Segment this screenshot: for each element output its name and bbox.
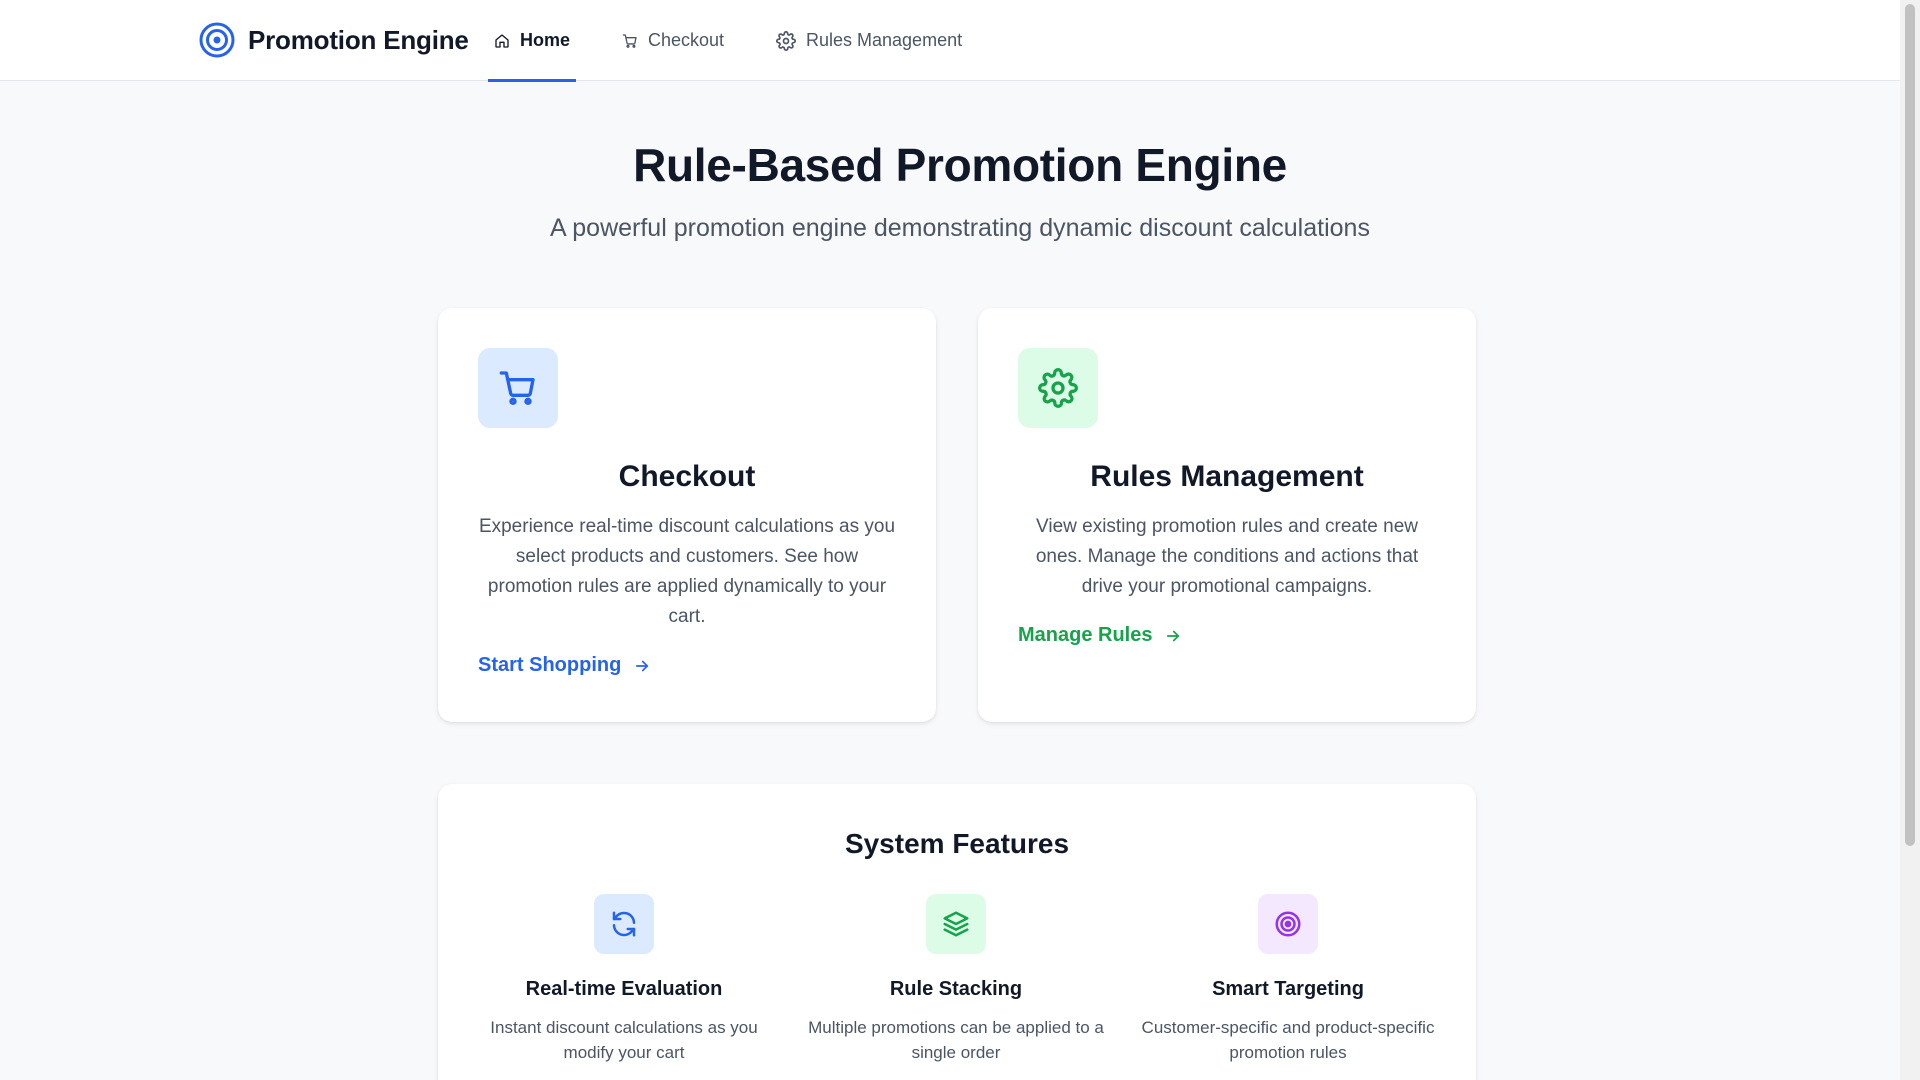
manage-rules-link-label: Manage Rules xyxy=(1018,624,1153,646)
arrow-right-icon xyxy=(636,660,649,671)
cart-icon xyxy=(622,33,637,48)
page-title: Rule-Based Promotion Engine xyxy=(633,139,1287,191)
refresh-icon xyxy=(612,911,636,937)
feature-description: Customer-specific and product-specific p… xyxy=(1141,1018,1435,1062)
feature-real-time-evaluation: Real-time Evaluation Instant discount ca… xyxy=(474,894,774,1065)
feature-rule-stacking: Rule Stacking Multiple promotions can be… xyxy=(806,894,1106,1065)
rules-card-icon-box xyxy=(1018,348,1098,428)
scrollbar-thumb[interactable] xyxy=(1905,4,1915,846)
feature-title: Smart Targeting xyxy=(1212,978,1364,1000)
feature-description: Instant discount calculations as you mod… xyxy=(490,1018,758,1062)
checkout-card-icon-box xyxy=(478,348,558,428)
manage-rules-link[interactable]: Manage Rules xyxy=(1018,624,1182,647)
target-logo-icon xyxy=(199,22,235,58)
nav-tab-rules-management[interactable]: Rules Management xyxy=(770,0,968,81)
feature-title: Real-time Evaluation xyxy=(525,978,723,1000)
layers-icon xyxy=(943,911,969,937)
feature-description: Multiple promotions can be applied to a … xyxy=(808,1018,1104,1062)
feature-icon-box xyxy=(926,894,986,954)
feature-title: Rule Stacking xyxy=(889,978,1023,1000)
rules-card-description: View existing promotion rules and create… xyxy=(1035,516,1419,597)
checkout-card-title: Checkout xyxy=(618,460,756,493)
main-nav: Home Checkout Rules Management xyxy=(488,0,1008,82)
rules-management-card: Rules Management View existing promotion… xyxy=(978,308,1476,722)
cart-icon xyxy=(499,371,535,405)
nav-tab-home-label: Home xyxy=(519,30,570,50)
system-features-panel: System Features Real-time Evaluation Ins… xyxy=(438,784,1476,1080)
brand[interactable]: Promotion Engine xyxy=(198,20,469,60)
nav-tab-checkout[interactable]: Checkout xyxy=(616,0,730,81)
gear-icon xyxy=(776,30,796,51)
checkout-card-description: Experience real-time discount calculatio… xyxy=(478,516,896,627)
feature-smart-targeting: Smart Targeting Customer-specific and pr… xyxy=(1138,894,1438,1065)
nav-tab-checkout-label: Checkout xyxy=(647,30,724,50)
arrow-right-icon xyxy=(1167,630,1180,641)
page-subtitle: A powerful promotion engine demonstratin… xyxy=(550,214,1370,242)
brand-title: Promotion Engine xyxy=(248,24,469,55)
top-navigation-bar: Promotion Engine Home Checkout Rules Man… xyxy=(0,0,1900,82)
start-shopping-link-label: Start Shopping xyxy=(478,654,622,676)
feature-icon-box xyxy=(1258,894,1318,954)
target-icon xyxy=(1275,911,1301,937)
rules-card-title: Rules Management xyxy=(1090,460,1364,493)
nav-tab-rules-management-label: Rules Management xyxy=(806,30,963,50)
home-icon xyxy=(495,33,509,48)
page: Promotion Engine Home Checkout Rules Man… xyxy=(0,0,1920,1080)
gear-icon xyxy=(1038,368,1078,408)
vertical-scrollbar[interactable] xyxy=(1900,0,1920,1080)
start-shopping-link[interactable]: Start Shopping xyxy=(478,654,651,677)
system-features-title: System Features xyxy=(844,828,1070,859)
feature-icon-box xyxy=(594,894,654,954)
nav-tab-home[interactable]: Home xyxy=(488,0,576,82)
